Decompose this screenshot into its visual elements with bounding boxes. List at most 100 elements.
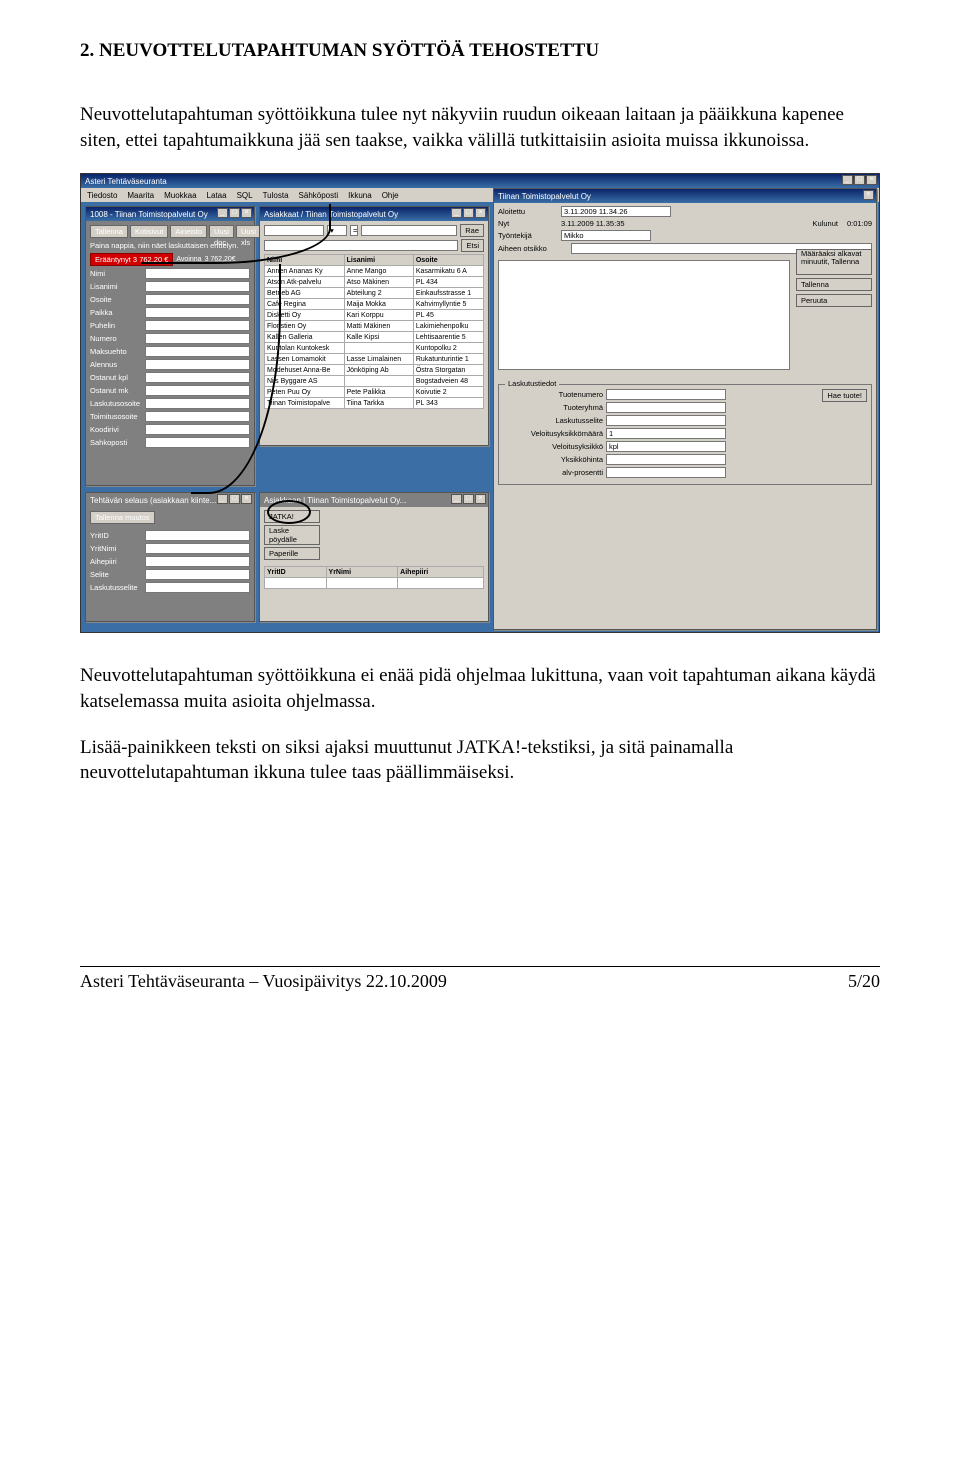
notes-textarea[interactable]: [498, 260, 790, 370]
table-row[interactable]: Kuntolan KuntokeskKuntopolku 2: [265, 343, 484, 354]
lasku-field-5[interactable]: [606, 454, 726, 465]
left-field-12[interactable]: [145, 424, 250, 435]
task-field-label-4: Laskutusselite: [90, 583, 142, 592]
paperille-button[interactable]: Paperille: [264, 547, 320, 560]
laske-button[interactable]: Laske pöydälle: [264, 525, 320, 545]
task-field-2[interactable]: [145, 556, 250, 567]
task-field-4[interactable]: [145, 582, 250, 593]
left-field-3[interactable]: 00101 HELSINKI: [145, 307, 250, 318]
table-row[interactable]: Floristien OyMatti MäkinenLakimiehenpolk…: [265, 321, 484, 332]
minimize-icon[interactable]: _: [217, 208, 228, 218]
rae-button[interactable]: Rae: [460, 224, 484, 237]
minimize-icon[interactable]: _: [217, 494, 228, 504]
menu-lataa[interactable]: Lataa: [207, 191, 227, 200]
menu-maarita[interactable]: Maarita: [127, 191, 154, 200]
uusi-xls-button[interactable]: Uusi xls: [236, 225, 261, 238]
cust-cell: Abteilung 2: [344, 288, 413, 299]
minimize-icon[interactable]: _: [842, 175, 853, 185]
aloitettu-field[interactable]: 3.11.2009 11.34.26: [561, 206, 671, 217]
left-field-9[interactable]: 470,88: [145, 385, 250, 396]
left-field-0[interactable]: Tiinan Toimistopalvelut: [145, 268, 250, 279]
peruuta-button[interactable]: Peruuta: [796, 294, 872, 307]
left-field-10[interactable]: [145, 398, 250, 409]
maximize-icon[interactable]: □: [229, 208, 240, 218]
left-field-1[interactable]: Tiina Tarkka: [145, 281, 250, 292]
left-field-7[interactable]: 5: [145, 359, 250, 370]
task-field-3[interactable]: [145, 569, 250, 580]
menu-ohje[interactable]: Ohje: [382, 191, 399, 200]
maximize-icon[interactable]: □: [854, 175, 865, 185]
aineisto-button[interactable]: Aineisto: [170, 225, 207, 238]
bottom-grid[interactable]: YritID YrNimi Aihepiiri: [264, 566, 484, 589]
erääntynyt-button[interactable]: Erääntynyt 3 762,20 €: [90, 253, 173, 266]
maximize-icon[interactable]: □: [463, 494, 474, 504]
left-field-label-6: Maksuehto: [90, 347, 142, 356]
maaraaksi-button[interactable]: Määräaksi alkavat minuutit, Tallenna: [796, 249, 872, 275]
lasku-field-3[interactable]: 1: [606, 428, 726, 439]
menu-muokkaa[interactable]: Muokkaa: [164, 191, 196, 200]
left-field-11[interactable]: [145, 411, 250, 422]
kotisivut-button[interactable]: Kotisivut: [130, 225, 168, 238]
cust-cell: Tiinan Toimistopalve: [265, 398, 345, 409]
uusi-doc-button[interactable]: Uusi doc: [209, 225, 234, 238]
table-row[interactable]: Lassen LomamokitLasse LimalainenRukatunt…: [265, 354, 484, 365]
menu-tiedosto[interactable]: Tiedosto: [87, 191, 117, 200]
table-row[interactable]: Disketti OyKari KorppuPL 45: [265, 310, 484, 321]
customers-table[interactable]: NimiLisanimiOsoite Annen Ananas KyAnne M…: [264, 254, 484, 409]
table-row[interactable]: Cafe ReginaMaija MokkaKahvimyllyntie 5: [265, 299, 484, 310]
maximize-icon[interactable]: □: [229, 494, 240, 504]
cust-cell: Kuntopolku 2: [413, 343, 483, 354]
table-row[interactable]: Kallen GalleriaKalle KipsiLehtisaarentie…: [265, 332, 484, 343]
close-icon[interactable]: ×: [866, 175, 877, 185]
lasku-field-2[interactable]: [606, 415, 726, 426]
jatka-button[interactable]: JATKA!: [264, 510, 320, 523]
task-field-0[interactable]: [145, 530, 250, 541]
task-field-1[interactable]: [145, 543, 250, 554]
close-icon[interactable]: ×: [863, 190, 874, 200]
etsi-button[interactable]: Etsi: [461, 239, 484, 252]
cust-cell: Annen Ananas Ky: [265, 266, 345, 277]
main-titlebar: Asteri Tehtäväseuranta _ □ ×: [81, 174, 879, 188]
maximize-icon[interactable]: □: [463, 208, 474, 218]
tyontekija-field[interactable]: Mikko: [561, 230, 651, 241]
filter-field-1[interactable]: [264, 225, 324, 236]
menu-tulosta[interactable]: Tulosta: [263, 191, 289, 200]
left-field-5[interactable]: 1008: [145, 333, 250, 344]
left-field-8[interactable]: 10: [145, 372, 250, 383]
tallenna-button[interactable]: Tallenna: [90, 225, 128, 238]
left-field-13[interactable]: [145, 437, 250, 448]
table-row[interactable]: Annen Ananas KyAnne MangoKasarmikatu 6 A: [265, 266, 484, 277]
main-title-text: Asteri Tehtäväseuranta: [85, 177, 167, 186]
lasku-field-6[interactable]: [606, 467, 726, 478]
left-field-4[interactable]: 09-124455: [145, 320, 250, 331]
tallenna-button-right[interactable]: Tallenna: [796, 278, 872, 291]
table-row[interactable]: Modehuset Anna-BeJönköping AbÖstra Storg…: [265, 365, 484, 376]
minimize-icon[interactable]: _: [451, 208, 462, 218]
search-field[interactable]: [264, 240, 458, 251]
menu-sahkoposti[interactable]: Sähköposti: [299, 191, 339, 200]
menu-sql[interactable]: SQL: [237, 191, 253, 200]
close-icon[interactable]: ×: [475, 208, 486, 218]
table-row[interactable]: Peten Puu OyPete PalikkaKoivutie 2: [265, 387, 484, 398]
lasku-field-1[interactable]: [606, 402, 726, 413]
tallenna-muutos-button[interactable]: Tallenna muutos: [90, 511, 155, 524]
hae-tuote-button[interactable]: Hae tuote!: [822, 389, 867, 402]
lasku-field-4[interactable]: kpl: [606, 441, 726, 452]
close-icon[interactable]: ×: [241, 494, 252, 504]
left-field-6[interactable]: 3: [145, 346, 250, 357]
filter-field-3[interactable]: [361, 225, 457, 236]
cust-cell: Jönköping Ab: [344, 365, 413, 376]
minimize-icon[interactable]: _: [451, 494, 462, 504]
table-row[interactable]: Nils Byggare ASBogstadveien 48: [265, 376, 484, 387]
menu-ikkuna[interactable]: Ikkuna: [348, 191, 372, 200]
close-icon[interactable]: ×: [475, 494, 486, 504]
left-field-label-10: Laskutusosoite: [90, 399, 142, 408]
lasku-field-0[interactable]: [606, 389, 726, 400]
close-icon[interactable]: ×: [241, 208, 252, 218]
left-field-2[interactable]: PL 343: [145, 294, 250, 305]
filter-field-2[interactable]: ▾: [327, 225, 347, 236]
table-row[interactable]: Betrieb AGAbteilung 2Einkaufsstrasse 1: [265, 288, 484, 299]
table-row[interactable]: Atson Atk-palveluAtso MäkinenPL 434: [265, 277, 484, 288]
table-row[interactable]: Tiinan ToimistopalveTiina TarkkaPL 343: [265, 398, 484, 409]
cust-cell: Disketti Oy: [265, 310, 345, 321]
